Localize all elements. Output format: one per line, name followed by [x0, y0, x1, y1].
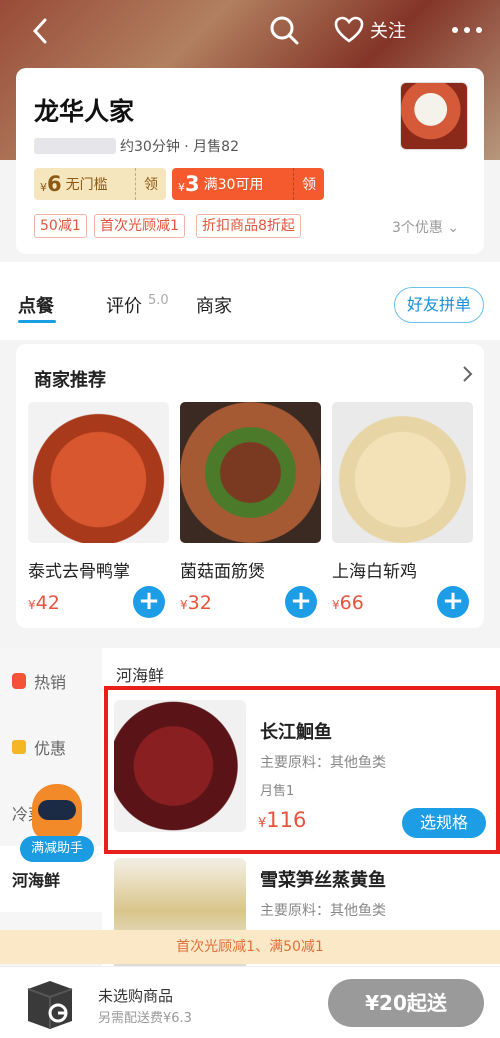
discount-icon — [12, 740, 26, 754]
more-dots-icon — [452, 27, 482, 33]
chevron-down-icon: ⌄ — [447, 220, 460, 236]
cart-status: 未选购商品 — [98, 987, 174, 1005]
tab-merchant[interactable]: 商家 — [196, 292, 232, 318]
delivery-fee: 另需配送费¥6.3 — [98, 1011, 192, 1026]
cart-bar: 未选购商品 另需配送费¥6.3 ¥20起送 — [0, 966, 500, 1038]
dish-name: 雪菜笋丝蒸黄鱼 — [260, 870, 386, 891]
coupon-amount: ¥6 — [40, 172, 62, 196]
add-to-cart-button[interactable]: + — [285, 586, 317, 618]
coupon-no-threshold[interactable]: ¥6 无门槛 领 — [34, 168, 166, 200]
flame-icon — [12, 673, 26, 689]
dish-ingredients: 主要原料：其他鱼类 — [260, 903, 386, 919]
category-sidebar: 热销 优惠 冷菜 河海鲜 满减助手 — [0, 648, 102, 972]
promo-tag: 折扣商品8折起 — [196, 214, 301, 238]
promo-strip: 首次光顾减1、满50减1 — [0, 930, 500, 964]
min-order-button[interactable]: ¥20起送 — [328, 979, 484, 1027]
coupon-label: 满30可用 — [203, 177, 264, 193]
cart-button[interactable] — [22, 975, 78, 1031]
dish-item[interactable]: 长江鮰鱼 主要原料：其他鱼类 月售1 ¥116 选规格 — [112, 700, 496, 850]
heart-icon — [334, 16, 364, 43]
shop-name: 龙华人家 — [34, 97, 135, 126]
coupon-min-30[interactable]: ¥3 满30可用 领 — [172, 168, 324, 200]
back-button[interactable] — [26, 16, 56, 46]
sidebar-item-hot[interactable]: 热销 — [0, 648, 102, 714]
dish-price: ¥116 — [258, 808, 307, 832]
claim-button[interactable]: 领 — [294, 174, 324, 194]
recommend-item[interactable]: 菌菇面筋煲 ¥32 + — [180, 402, 321, 618]
promo-tag: 50减1 — [34, 214, 87, 238]
coupon-amount: ¥3 — [178, 172, 200, 196]
claim-button[interactable]: 领 — [136, 174, 166, 194]
recommend-title: 商家推荐 — [34, 370, 106, 391]
recommend-card: 商家推荐 泰式去骨鸭掌 ¥42 + 菌菇面筋煲 ¥32 + 上海白斩鸡 ¥66 … — [16, 344, 484, 628]
review-score: 5.0 — [148, 293, 169, 308]
recommend-item[interactable]: 上海白斩鸡 ¥66 + — [332, 402, 473, 618]
back-arrow-icon — [32, 18, 47, 44]
recommend-item[interactable]: 泰式去骨鸭掌 ¥42 + — [28, 402, 169, 618]
shop-thumbnail[interactable] — [400, 82, 468, 150]
sidebar-item-label: 优惠 — [34, 739, 67, 758]
dish-image — [332, 402, 473, 543]
dish-image — [28, 402, 169, 543]
dish-name: 上海白斩鸡 — [332, 562, 417, 582]
dish-image — [180, 402, 321, 543]
tab-bar: 点餐 评价 5.0 商家 好友拼单 — [0, 262, 500, 340]
promo-count-toggle[interactable]: 3个优惠 ⌄ — [392, 217, 459, 237]
more-button[interactable] — [450, 16, 484, 44]
sidebar-item-discount[interactable]: 优惠 — [0, 714, 102, 780]
dish-image — [114, 700, 246, 832]
add-to-cart-button[interactable]: + — [133, 586, 165, 618]
dish-ingredients: 主要原料：其他鱼类 — [260, 755, 386, 771]
delivery-meta-text: 约30分钟 · 月售82 — [120, 139, 239, 155]
top-bar: 关注 — [0, 0, 500, 62]
category-title: 河海鲜 — [116, 666, 165, 685]
promo-tag: 首次光顾减1 — [94, 214, 185, 238]
group-order-button[interactable]: 好友拼单 — [394, 287, 484, 323]
search-button[interactable] — [268, 14, 300, 46]
dish-name: 菌菇面筋煲 — [180, 562, 265, 582]
shop-info-card: 龙华人家 约30分钟 · 月售82 ¥6 无门槛 领 ¥3 满30可用 领 50… — [16, 68, 484, 254]
search-icon — [270, 16, 299, 45]
dish-name: 长江鮰鱼 — [260, 722, 332, 743]
dish-monthly-sales: 月售1 — [260, 784, 295, 799]
follow-label: 关注 — [370, 21, 406, 42]
delivery-meta: 约30分钟 · 月售82 — [34, 136, 239, 156]
follow-button[interactable]: 关注 — [334, 14, 406, 46]
discount-assistant[interactable]: 满减助手 — [20, 784, 94, 874]
cart-box-icon — [27, 981, 73, 1029]
dish-name: 泰式去骨鸭掌 — [28, 562, 130, 582]
sidebar-item-label: 热销 — [34, 673, 67, 692]
assistant-label: 满减助手 — [20, 836, 94, 862]
mascot-icon — [32, 784, 82, 840]
tab-reviews[interactable]: 评价 — [106, 292, 142, 318]
tab-order[interactable]: 点餐 — [18, 292, 54, 318]
menu-section: 热销 优惠 冷菜 河海鲜 满减助手 河海鲜 长江鮰鱼 主要原料：其他鱼类 月售1… — [0, 648, 500, 990]
coupon-label: 无门槛 — [65, 177, 108, 193]
active-tab-indicator — [18, 320, 56, 323]
chevron-right-icon[interactable] — [460, 364, 476, 384]
blurred-text — [34, 138, 116, 154]
add-to-cart-button[interactable]: + — [437, 586, 469, 618]
choose-spec-button[interactable]: 选规格 — [402, 808, 486, 838]
